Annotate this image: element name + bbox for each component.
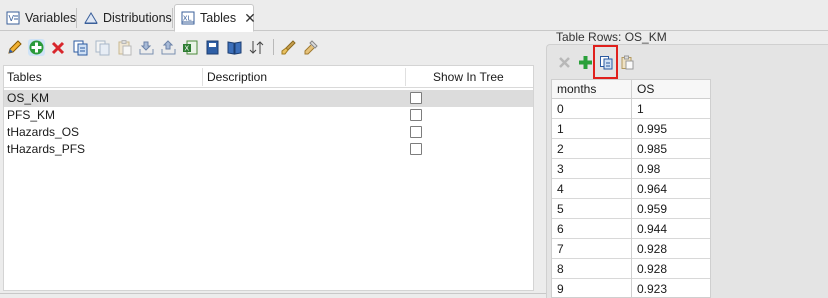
tab-separator	[172, 8, 173, 28]
os-cell[interactable]: 0.98	[632, 159, 660, 179]
column-divider[interactable]	[405, 68, 406, 86]
editor-tab-bar: V Variables Distributions XL Tables ✕	[0, 0, 828, 32]
copy-rows-highlight	[593, 45, 618, 79]
column-header-months[interactable]: months	[552, 80, 631, 99]
table-name-cell[interactable]: tHazards_OS	[7, 124, 79, 141]
distributions-icon	[84, 11, 98, 25]
brush-icon[interactable]	[280, 39, 297, 56]
import-icon[interactable]	[138, 39, 155, 56]
column-header-show-in-tree[interactable]: Show In Tree	[433, 66, 504, 88]
os-cell[interactable]: 0.985	[632, 139, 667, 159]
delete-icon[interactable]	[50, 39, 67, 56]
table-row[interactable]: tHazards_PFS	[4, 141, 533, 158]
months-cell[interactable]: 0	[552, 99, 564, 119]
tab-label: Variables	[25, 10, 77, 25]
tab-tables[interactable]: XL Tables ✕	[174, 4, 256, 32]
table-row[interactable]: tHazards_OS	[4, 124, 533, 141]
copy-disabled-icon[interactable]	[94, 39, 111, 56]
table-name-cell[interactable]: OS_KM	[7, 90, 49, 107]
tab-label: Distributions	[103, 10, 172, 25]
months-cell[interactable]: 3	[552, 159, 564, 179]
svg-text:X: X	[184, 44, 189, 52]
show-in-tree-checkbox[interactable]	[410, 109, 422, 121]
sort-icon[interactable]	[248, 39, 265, 56]
toolbar-separator	[273, 39, 274, 55]
book-icon[interactable]	[204, 39, 221, 56]
months-cell[interactable]: 8	[552, 259, 564, 279]
panel-divider	[0, 293, 546, 294]
column-header-os[interactable]: OS	[632, 80, 710, 99]
table-row[interactable]: OS_KM	[4, 90, 533, 107]
months-cell[interactable]: 9	[552, 279, 564, 297]
show-in-tree-checkbox[interactable]	[410, 143, 422, 155]
table-rows-grid: months OS 01 1 0.995 2 0.985 3 0.98 4 0.964 …	[551, 79, 711, 298]
tables-table-header: Tables Description Show In Tree	[4, 66, 533, 88]
os-cell[interactable]: 1	[632, 99, 644, 119]
table-rows-title: Table Rows: OS_KM	[556, 30, 667, 44]
tables-table: Tables Description Show In Tree OS_KM PF…	[3, 65, 534, 291]
os-cell[interactable]: 0.944	[632, 219, 667, 239]
months-cell[interactable]: 1	[552, 119, 564, 139]
column-header-description[interactable]: Description	[207, 66, 267, 88]
months-cell[interactable]: 4	[552, 179, 564, 199]
os-cell[interactable]: 0.995	[632, 119, 667, 139]
os-cell[interactable]: 0.928	[632, 259, 667, 279]
show-in-tree-checkbox[interactable]	[410, 92, 422, 104]
os-cell[interactable]: 0.923	[632, 279, 667, 297]
column-header-tables[interactable]: Tables	[7, 66, 42, 88]
months-cell[interactable]: 6	[552, 219, 564, 239]
table-row[interactable]: PFS_KM	[4, 107, 533, 124]
tool-icon[interactable]	[302, 39, 319, 56]
months-cell[interactable]: 2	[552, 139, 564, 159]
paste-rows-icon[interactable]	[619, 54, 636, 71]
svg-text:V: V	[9, 14, 15, 23]
svg-text:XL: XL	[183, 15, 192, 23]
os-cell[interactable]: 0.959	[632, 199, 667, 219]
tables-toolbar: X	[0, 33, 540, 61]
delete-row-icon[interactable]	[556, 54, 573, 71]
column-divider	[631, 80, 632, 297]
book-open-icon[interactable]	[226, 39, 243, 56]
show-in-tree-checkbox[interactable]	[410, 126, 422, 138]
tab-separator	[76, 8, 77, 28]
tab-distributions[interactable]: Distributions	[78, 4, 178, 31]
tab-variables[interactable]: V Variables	[0, 4, 82, 31]
close-icon[interactable]: ✕	[244, 10, 256, 27]
months-cell[interactable]: 7	[552, 239, 564, 259]
edit-icon[interactable]	[6, 39, 23, 56]
add-row-icon[interactable]	[577, 54, 594, 71]
tables-icon: XL	[181, 11, 195, 25]
months-cell[interactable]: 5	[552, 199, 564, 219]
column-divider[interactable]	[202, 68, 203, 86]
paste-disabled-icon[interactable]	[116, 39, 133, 56]
os-cell[interactable]: 0.928	[632, 239, 667, 259]
copy-icon[interactable]	[72, 39, 89, 56]
excel-icon[interactable]: X	[182, 39, 199, 56]
add-icon[interactable]	[28, 38, 45, 56]
table-name-cell[interactable]: PFS_KM	[7, 107, 55, 124]
os-cell[interactable]: 0.964	[632, 179, 667, 199]
tab-label: Tables	[200, 11, 237, 25]
export-icon[interactable]	[160, 39, 177, 56]
table-name-cell[interactable]: tHazards_PFS	[7, 141, 85, 158]
variables-icon: V	[6, 11, 20, 25]
